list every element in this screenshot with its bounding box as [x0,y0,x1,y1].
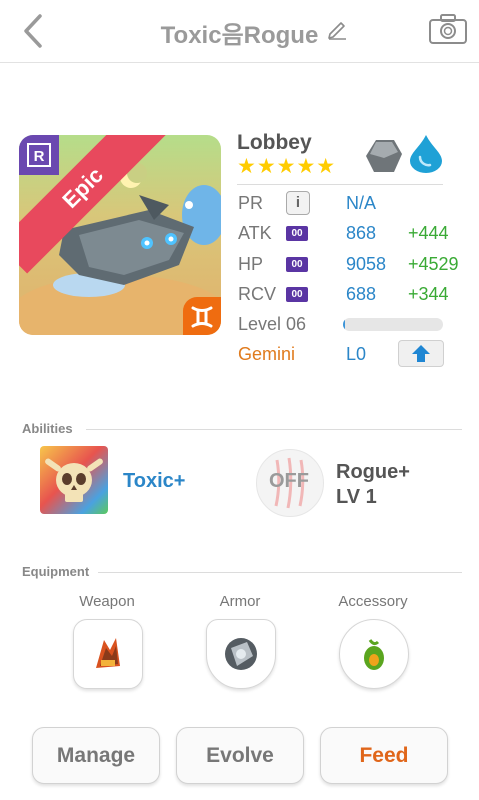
hp-bonus: +4529 [408,254,459,274]
gemini-zodiac-icon [191,306,213,328]
abilities-heading: Abilities [22,421,73,436]
feed-button[interactable]: Feed [320,727,448,784]
atk-bonus: +444 [408,223,449,243]
hp-label: HP [238,254,264,274]
monster-name: Lobbey [237,131,312,154]
rcv-plus-badge: 00 [286,287,308,302]
rcv-value: 688 [346,284,377,304]
level-progress-fill [343,318,345,331]
manage-button[interactable]: Manage [32,727,160,784]
rcv-bonus: +344 [408,284,449,304]
svg-text:R: R [34,148,45,165]
atk-plus-badge: 00 [286,226,308,241]
rock-element-icon [366,140,402,172]
rcv-label: RCV [238,284,277,304]
equipment-divider [98,572,462,573]
pencil-icon [328,22,346,40]
pr-label: PR [238,193,264,213]
toxic-ability-name: Toxic+ [123,470,186,492]
ability-off-status: OFF [269,470,309,492]
rogue-ability-name: Rogue+ [336,461,410,483]
atk-label: ATK [238,223,272,243]
monster-portrait[interactable]: Epic R [19,135,221,335]
accessory-label: Accessory [338,593,408,610]
atk-value: 868 [346,223,377,243]
level-label: Level 06 [238,314,307,334]
star-rating: ★★★★★ [237,155,337,178]
arrow-up-icon [412,345,430,362]
equipment-heading: Equipment [22,564,90,579]
zodiac-label: Gemini [238,344,296,364]
page-title: Toxic음Rogue [160,22,319,49]
rank-r-icon: R [27,143,51,167]
abilities-divider [86,429,462,430]
armor-label: Armor [219,593,261,610]
screenshot-button[interactable] [428,13,468,45]
pr-value: N/A [346,193,377,213]
armor-icon [225,638,257,670]
accessory-icon [364,639,384,670]
hp-plus-badge: 00 [286,257,308,272]
weapon-slot[interactable] [73,619,143,689]
zodiac-level: L0 [346,344,367,364]
rogue-ability-info: Rogue+ LV 1 [336,460,410,510]
hp-value: 9058 [346,254,387,274]
camera-icon [429,14,467,44]
pr-info-button[interactable]: i [286,191,310,215]
zodiac-badge [183,297,221,335]
evolve-button[interactable]: Evolve [176,727,304,784]
rank-badge: R [19,135,59,175]
stats-divider [237,184,443,185]
level-progress-bar [343,318,443,331]
rogue-ability-level: LV 1 [336,486,377,508]
weapon-label: Weapon [79,593,135,610]
toxic-ability-icon[interactable] [40,446,108,514]
skull-icon [45,458,103,502]
water-element-icon [410,135,442,173]
weapon-icon [96,638,120,668]
edit-name-button[interactable] [326,18,348,40]
accessory-slot[interactable] [339,619,409,689]
zodiac-upgrade-button[interactable] [398,340,444,367]
armor-slot[interactable] [206,619,276,689]
